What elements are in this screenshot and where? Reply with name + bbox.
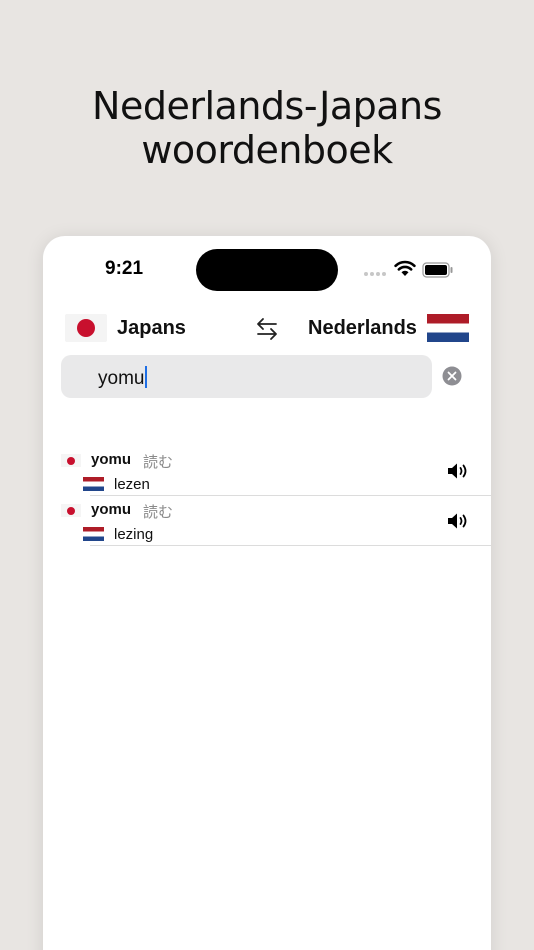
search-field[interactable]: yomu — [61, 355, 432, 398]
japan-flag-icon[interactable] — [65, 314, 107, 342]
swap-arrows-icon[interactable] — [255, 316, 279, 342]
speaker-icon[interactable] — [446, 511, 472, 531]
source-language-button[interactable]: Japans — [117, 317, 186, 340]
result-row[interactable]: yomu 読む lezen — [43, 446, 491, 496]
japan-flag-icon — [61, 454, 81, 467]
cellular-signal-icon — [364, 272, 386, 276]
search-value: yomu — [98, 368, 145, 389]
wifi-icon — [394, 260, 416, 276]
result-translation: lezing — [114, 526, 154, 543]
phone-screen: 9:21 Japans Nederlands yomu yomu 読む leze… — [43, 236, 491, 950]
headline-line-1: Nederlands-Japans — [92, 84, 442, 128]
netherlands-flag-icon[interactable] — [427, 314, 469, 342]
row-divider — [90, 545, 491, 546]
battery-icon — [422, 262, 453, 278]
status-time: 9:21 — [105, 258, 144, 279]
headline-line-2: woordenboek — [141, 128, 393, 172]
result-row[interactable]: yomu 読む lezing — [43, 496, 491, 546]
result-romaji: yomu — [91, 501, 132, 518]
promo-headline: Nederlands-Japans woordenboek — [0, 84, 534, 172]
text-caret — [145, 366, 148, 388]
speaker-icon[interactable] — [446, 461, 472, 481]
search-input[interactable]: yomu — [98, 366, 148, 390]
clear-circle-icon[interactable] — [442, 366, 462, 386]
target-language-button[interactable]: Nederlands — [308, 317, 417, 340]
japan-flag-icon — [61, 504, 81, 517]
netherlands-flag-icon — [83, 477, 104, 491]
result-translation: lezen — [114, 476, 150, 493]
result-romaji: yomu — [91, 451, 132, 468]
language-selector-bar: Japans Nederlands — [43, 312, 491, 348]
netherlands-flag-icon — [83, 527, 104, 541]
result-kanji: 読む — [143, 503, 174, 521]
result-kanji: 読む — [143, 453, 174, 471]
dynamic-island — [196, 249, 338, 291]
